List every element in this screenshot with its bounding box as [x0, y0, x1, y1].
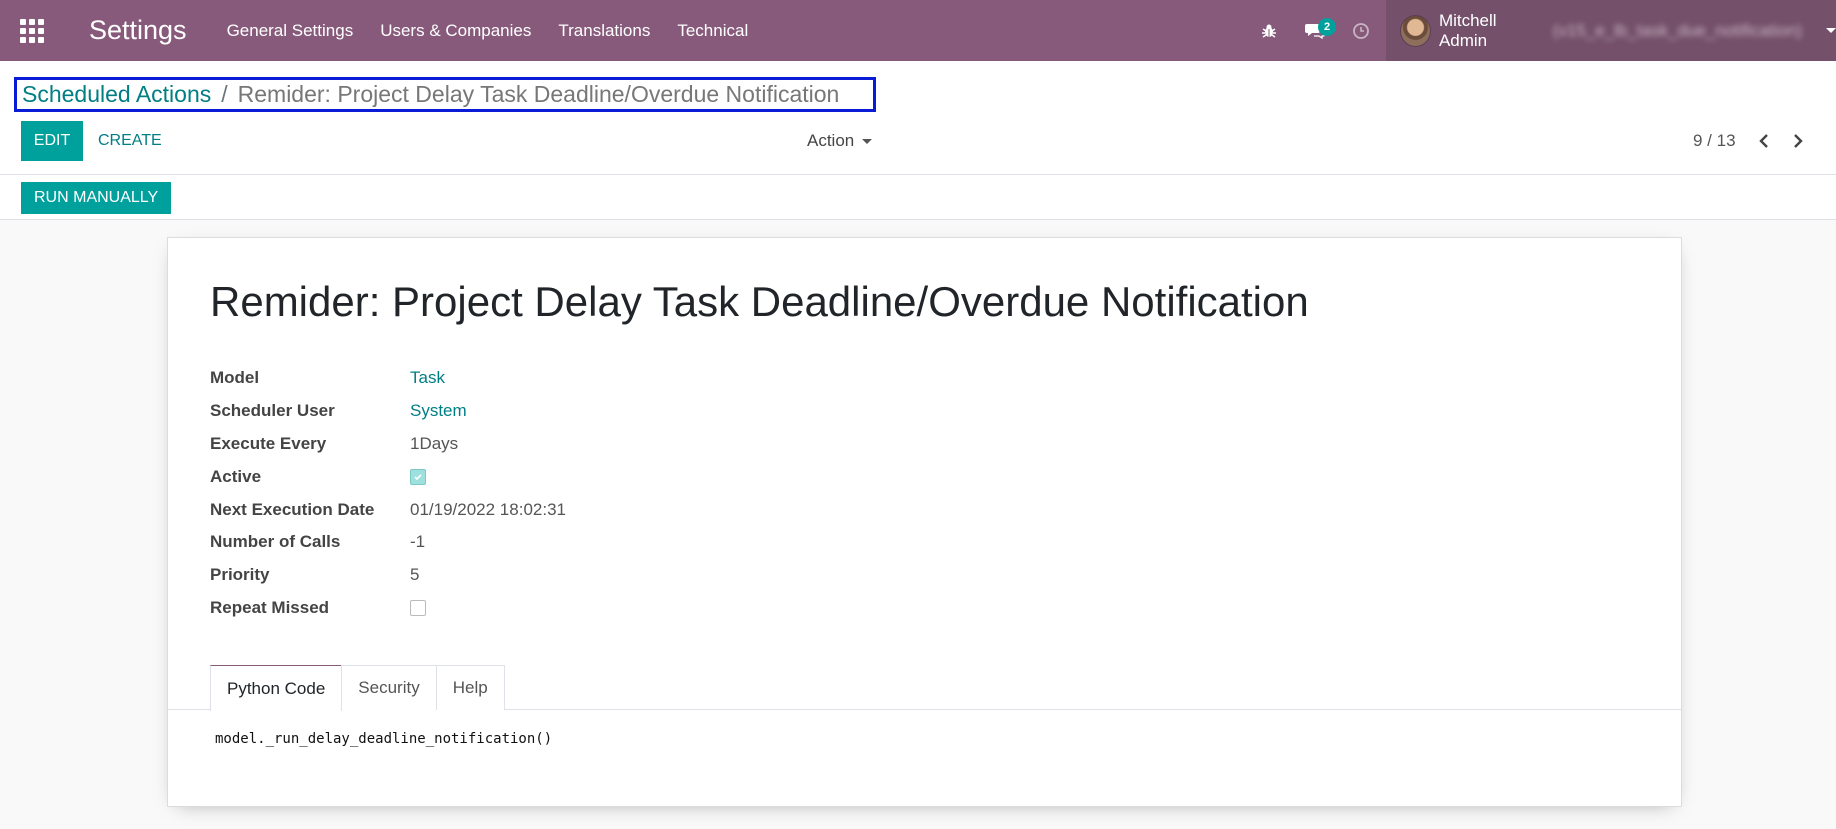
- tab-security[interactable]: Security: [341, 665, 437, 710]
- field-label: Model: [210, 367, 260, 387]
- menu-general-settings[interactable]: General Settings: [227, 21, 354, 41]
- field-active: Active: [210, 460, 910, 493]
- action-label: Action: [807, 131, 855, 150]
- field-execute-every: Execute Every 1Days: [210, 427, 910, 460]
- form-sheet: Remider: Project Delay Task Deadline/Ove…: [167, 237, 1682, 807]
- field-label: Priority: [210, 564, 270, 584]
- next-execution-value: 01/19/2022 18:02:31: [410, 499, 566, 519]
- record-title: Remider: Project Delay Task Deadline/Ove…: [210, 278, 1309, 325]
- chevron-down-icon: [1826, 28, 1836, 33]
- field-model: Model Task: [210, 361, 910, 394]
- field-repeat-missed: Repeat Missed: [210, 591, 910, 624]
- field-label: Active: [210, 466, 262, 486]
- breadcrumb-scheduled-actions[interactable]: Scheduled Actions: [22, 81, 211, 108]
- apps-menu-icon[interactable]: [0, 0, 64, 61]
- form-statusbar: RUN MANUALLY: [0, 175, 1836, 220]
- breadcrumb: Scheduled Actions / Remider: Project Del…: [14, 77, 876, 112]
- avatar: [1400, 14, 1431, 47]
- model-link[interactable]: Task: [410, 368, 445, 388]
- menu-technical[interactable]: Technical: [677, 21, 748, 41]
- control-panel: Scheduled Actions / Remider: Project Del…: [0, 61, 1836, 175]
- field-scheduler-user: Scheduler User System: [210, 394, 910, 427]
- priority-value: 5: [410, 564, 420, 584]
- messages-badge: 2: [1318, 18, 1336, 36]
- systray: 2: [1246, 0, 1384, 61]
- create-button[interactable]: CREATE: [98, 121, 162, 161]
- tab-help[interactable]: Help: [435, 665, 505, 710]
- run-manually-button[interactable]: RUN MANUALLY: [21, 182, 172, 214]
- edit-button[interactable]: EDIT: [21, 121, 83, 161]
- menu-users-companies[interactable]: Users & Companies: [380, 21, 531, 41]
- caret-down-icon: [862, 138, 873, 144]
- field-label: Next Execution Date: [210, 499, 375, 519]
- bug-icon[interactable]: [1246, 0, 1292, 61]
- scheduler-user-link[interactable]: System: [410, 401, 467, 421]
- user-database: (v15_e_lb_task_due_notification): [1552, 20, 1803, 40]
- menu-translations[interactable]: Translations: [558, 21, 650, 41]
- chevron-left-icon[interactable]: [1758, 133, 1770, 149]
- notebook-tabs: Python Code Security Help: [210, 665, 505, 711]
- clock-icon[interactable]: [1338, 0, 1384, 61]
- field-priority: Priority 5: [210, 558, 910, 591]
- app-title: Settings: [89, 15, 187, 45]
- action-dropdown[interactable]: Action: [807, 121, 873, 161]
- user-name: Mitchell Admin: [1438, 10, 1497, 50]
- field-number-of-calls: Number of Calls -1: [210, 525, 910, 558]
- chat-icon[interactable]: 2: [1292, 0, 1338, 61]
- tab-python-code[interactable]: Python Code: [210, 665, 343, 711]
- field-label: Number of Calls: [210, 531, 341, 551]
- field-label: Scheduler User: [210, 400, 335, 420]
- number-of-calls-value: -1: [410, 531, 426, 551]
- execute-every-value: 1Days: [410, 433, 459, 453]
- pager-value[interactable]: 9 / 13: [1693, 131, 1736, 151]
- breadcrumb-current: Remider: Project Delay Task Deadline/Ove…: [237, 81, 840, 107]
- field-next-execution-date: Next Execution Date 01/19/2022 18:02:31: [210, 493, 910, 526]
- pager: 9 / 13: [1693, 121, 1804, 161]
- python-code[interactable]: model._run_delay_deadline_notification(): [215, 731, 552, 747]
- repeat-missed-checkbox[interactable]: [410, 599, 426, 616]
- field-label: Execute Every: [210, 433, 327, 453]
- field-label: Repeat Missed: [210, 597, 330, 617]
- chevron-right-icon[interactable]: [1792, 133, 1804, 149]
- top-navbar: Settings General Settings Users & Compan…: [0, 0, 1836, 61]
- breadcrumb-separator: /: [221, 81, 228, 107]
- active-checkbox[interactable]: [410, 468, 426, 485]
- user-menu[interactable]: Mitchell Admin (v15_e_lb_task_due_notifi…: [1386, 0, 1836, 61]
